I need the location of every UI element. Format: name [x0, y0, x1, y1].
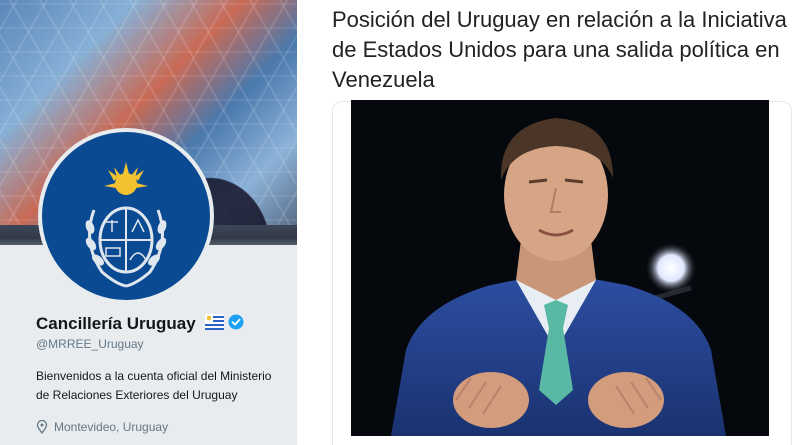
display-name[interactable]: Cancillería Uruguay — [36, 314, 196, 334]
article-headline[interactable]: Posición del Uruguay en relación a la In… — [332, 5, 792, 95]
profile-card: Cancillería Uruguay @MRREE_Uruguay Bienv… — [0, 0, 297, 445]
verified-badge-icon — [228, 314, 244, 330]
coat-of-arms-icon — [85, 162, 167, 288]
uruguay-flag-icon — [205, 314, 224, 330]
profile-bio: Bienvenidos a la cuenta oficial del Mini… — [36, 369, 272, 402]
location-text: Montevideo, Uruguay — [54, 420, 169, 434]
speaker-photo-image — [351, 100, 769, 436]
avatar[interactable] — [38, 128, 214, 304]
article-photo[interactable] — [351, 100, 769, 436]
map-pin-icon — [36, 420, 48, 434]
profile-location: Montevideo, Uruguay — [36, 419, 168, 435]
profile-handle[interactable]: @MRREE_Uruguay — [36, 337, 144, 351]
